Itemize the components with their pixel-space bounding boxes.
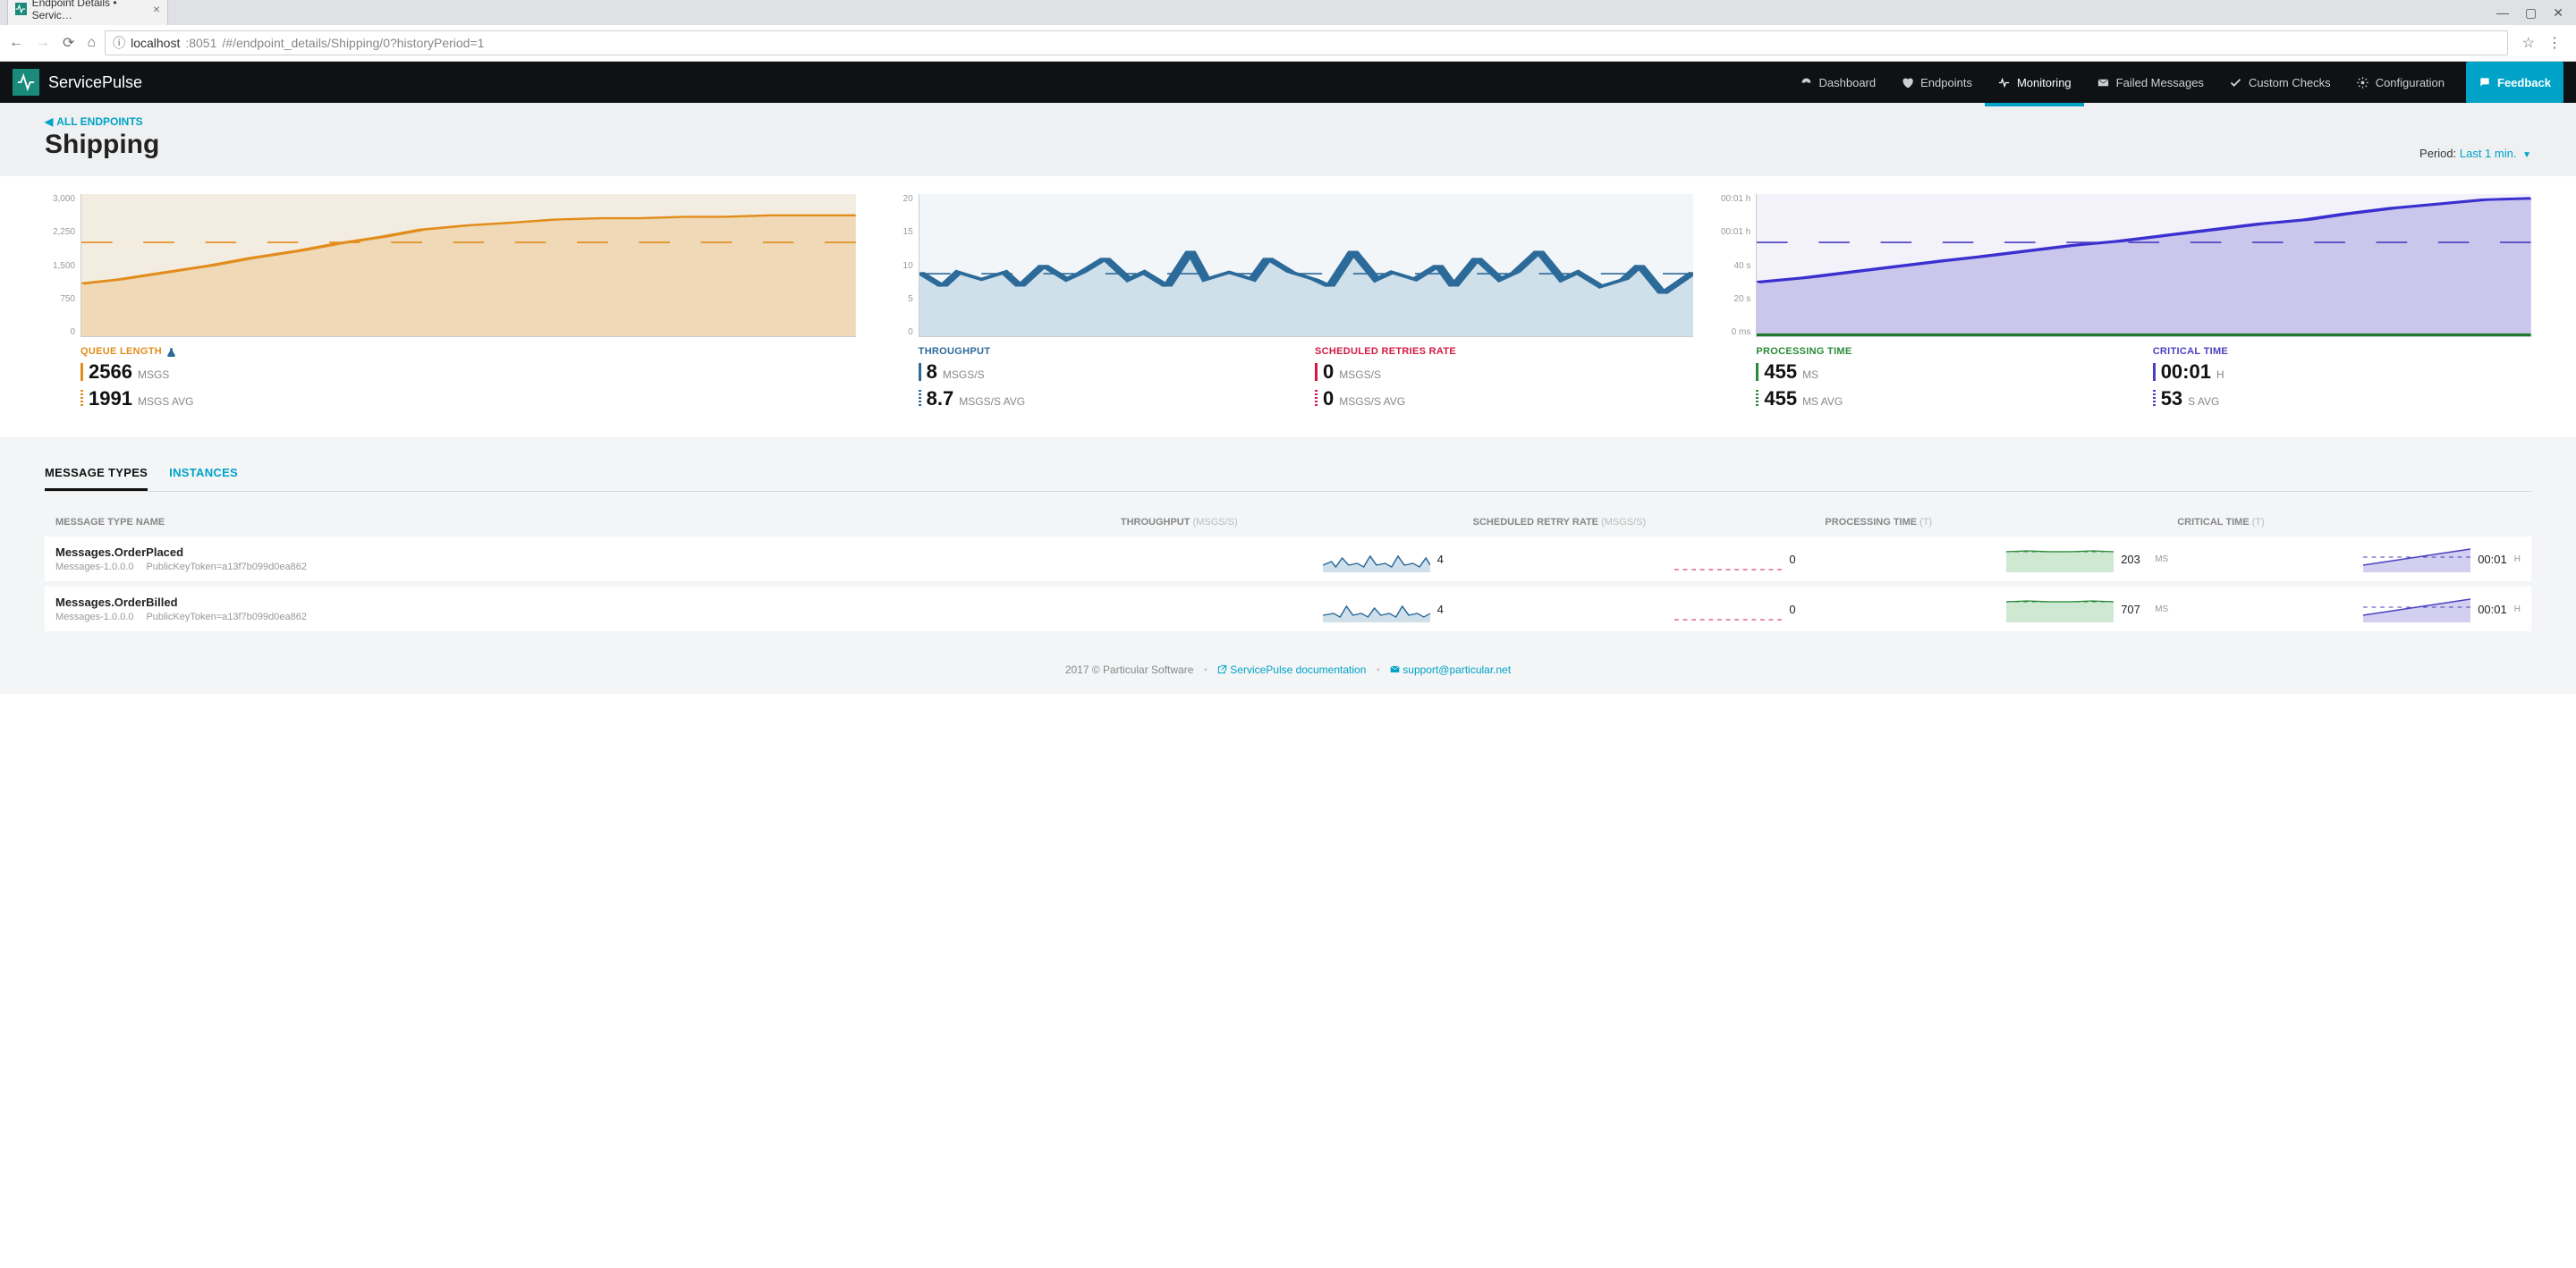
tab-strip: Endpoint Details • Servic… × <box>0 0 2576 25</box>
sparkline-throughput <box>1323 596 1430 622</box>
period-label: Period: <box>2419 147 2456 160</box>
brand-label: ServicePulse <box>48 73 142 92</box>
home-icon[interactable]: ⌂ <box>87 35 96 51</box>
y-ticks: 3,0002,2501,5007500 <box>45 194 79 337</box>
caret-down-icon: ▼ <box>2522 150 2531 160</box>
table-row[interactable]: Messages.OrderPlaced Messages-1.0.0.0Pub… <box>45 537 2531 581</box>
sparkline-critical <box>2363 596 2470 622</box>
chart-queue-length: 3,0002,2501,5007500 QUEUE LENGTH 2566MSG… <box>45 194 856 410</box>
maximize-icon[interactable]: ▢ <box>2525 5 2537 21</box>
star-icon[interactable]: ☆ <box>2522 34 2535 52</box>
message-type-name: Messages.OrderPlaced <box>55 545 1112 559</box>
tab-message-types[interactable]: MESSAGE TYPES <box>45 459 148 491</box>
close-tab-icon[interactable]: × <box>153 3 160 15</box>
caret-left-icon: ◀ <box>45 115 53 128</box>
check-icon <box>2229 76 2242 89</box>
reload-icon[interactable]: ⟳ <box>63 34 74 52</box>
gear-icon <box>2356 76 2369 89</box>
flask-icon <box>166 347 176 357</box>
app-header: ServicePulse Dashboard Endpoints Monitor… <box>0 62 2576 103</box>
comment-icon <box>2479 76 2491 89</box>
nav-configuration[interactable]: Configuration <box>2343 62 2457 103</box>
nav-failed-messages[interactable]: Failed Messages <box>2084 62 2216 103</box>
metric-label-critical: CRITICAL TIME <box>2153 346 2531 357</box>
charts-row: 3,0002,2501,5007500 QUEUE LENGTH 2566MSG… <box>0 176 2576 419</box>
browser-tab[interactable]: Endpoint Details • Servic… × <box>7 0 168 25</box>
url-path: /#/endpoint_details/Shipping/0?historyPe… <box>222 36 484 50</box>
menu-icon[interactable]: ⋮ <box>2547 34 2562 52</box>
message-types-table: MESSAGE TYPE NAME THROUGHPUT (MSGS/S) SC… <box>45 508 2531 631</box>
nav-custom-checks[interactable]: Custom Checks <box>2216 62 2343 103</box>
sparkline-retry <box>1674 545 1782 572</box>
back-link[interactable]: ◀ ALL ENDPOINTS <box>45 115 159 128</box>
metric-label-queue: QUEUE LENGTH <box>80 346 856 357</box>
tabs: MESSAGE TYPES INSTANCES <box>45 459 2531 492</box>
message-type-name: Messages.OrderBilled <box>55 596 1112 609</box>
browser-chrome: — ▢ ✕ Endpoint Details • Servic… × ← → ⟳… <box>0 0 2576 62</box>
heartbeat-icon <box>1997 76 2011 89</box>
page-title: Shipping <box>45 130 159 160</box>
lower-section: MESSAGE TYPES INSTANCES MESSAGE TYPE NAM… <box>0 437 2576 694</box>
main-nav: Dashboard Endpoints Monitoring Failed Me… <box>1787 62 2563 103</box>
chart-timing: 00:01 h00:01 h40 s20 s0 ms PROCESSING TI… <box>1720 194 2531 410</box>
period-selector[interactable]: Period: Last 1 min. ▼ <box>2419 147 2531 160</box>
brand-icon <box>13 69 39 96</box>
tab-instances[interactable]: INSTANCES <box>169 459 238 491</box>
tab-title: Endpoint Details • Servic… <box>32 0 148 21</box>
brand[interactable]: ServicePulse <box>13 69 142 96</box>
close-window-icon[interactable]: ✕ <box>2553 5 2563 21</box>
envelope-icon <box>2097 76 2110 89</box>
sparkline-critical <box>2363 545 2470 572</box>
url-host: localhost <box>131 36 180 50</box>
nav-endpoints[interactable]: Endpoints <box>1888 62 1985 103</box>
minimize-icon[interactable]: — <box>2496 5 2509 21</box>
feedback-button[interactable]: Feedback <box>2466 62 2563 103</box>
metric-label-retries: SCHEDULED RETRIES RATE <box>1315 346 1693 357</box>
metric-label-processing: PROCESSING TIME <box>1756 346 2134 357</box>
metric-label-throughput: THROUGHPUT <box>919 346 1297 357</box>
site-info-icon[interactable]: ⓘ <box>113 34 125 52</box>
y-ticks: 20151050 <box>883 194 917 337</box>
table-row[interactable]: Messages.OrderBilled Messages-1.0.0.0Pub… <box>45 587 2531 631</box>
gauge-icon <box>1800 76 1813 89</box>
table-header: MESSAGE TYPE NAME THROUGHPUT (MSGS/S) SC… <box>45 508 2531 537</box>
sparkline-processing <box>2006 596 2114 622</box>
favicon-icon <box>15 3 27 15</box>
sparkline-processing <box>2006 545 2114 572</box>
external-link-icon <box>1217 664 1227 674</box>
y-ticks: 00:01 h00:01 h40 s20 s0 ms <box>1720 194 1754 337</box>
envelope-icon <box>1390 664 1400 674</box>
heart-icon <box>1901 76 1914 89</box>
nav-monitoring[interactable]: Monitoring <box>1985 62 2084 103</box>
period-value: Last 1 min. <box>2460 147 2517 160</box>
chart-throughput: 20151050 THROUGHPUT 8MSGS/S 8.7MSGS/S AV… <box>883 194 1694 410</box>
forward-icon[interactable]: → <box>36 35 50 51</box>
docs-link[interactable]: ServicePulse documentation <box>1217 664 1366 676</box>
footer: 2017 © Particular Software • ServicePuls… <box>45 637 2531 694</box>
sparkline-retry <box>1674 596 1782 622</box>
page-header: ◀ ALL ENDPOINTS Shipping Period: Last 1 … <box>0 103 2576 176</box>
support-link[interactable]: support@particular.net <box>1390 664 1511 676</box>
url-input[interactable]: ⓘ localhost :8051 /#/endpoint_details/Ship… <box>105 30 2508 55</box>
address-bar: ← → ⟳ ⌂ ⓘ localhost :8051 /#/endpoint_deta… <box>0 25 2576 61</box>
url-port: :8051 <box>185 36 216 50</box>
back-icon[interactable]: ← <box>9 35 23 51</box>
sparkline-throughput <box>1323 545 1430 572</box>
window-controls: — ▢ ✕ <box>2484 0 2576 26</box>
nav-dashboard[interactable]: Dashboard <box>1787 62 1889 103</box>
